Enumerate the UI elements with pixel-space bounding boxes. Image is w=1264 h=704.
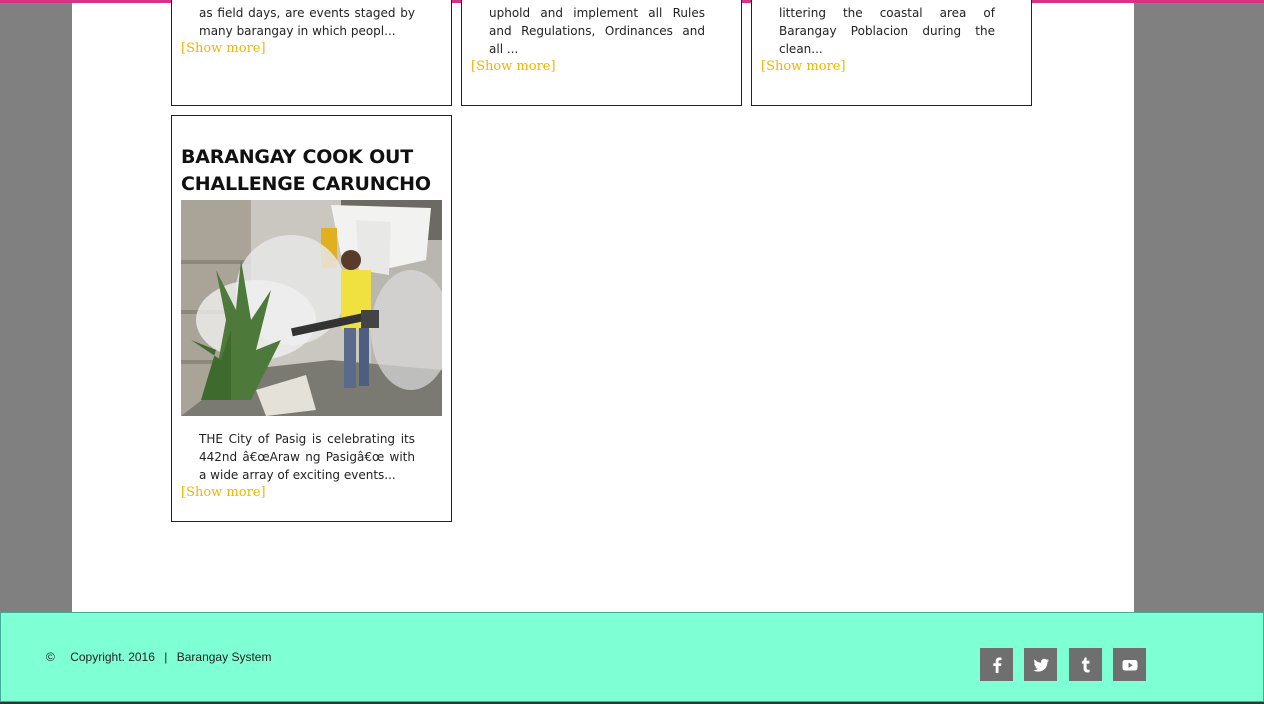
twitter-icon[interactable] [1024,648,1057,681]
copyright-text: Copyright. 2016 [70,650,155,664]
card-excerpt: littering the coastal area of Barangay P… [779,6,995,56]
youtube-icon[interactable] [1113,648,1146,681]
news-card-feature: BARANGAY COOK OUT CHALLENGE CARUNCHO AVE… [171,115,452,522]
facebook-icon-glyph [992,657,1001,673]
youtube-icon-glyph [1122,659,1137,670]
news-card: littering the coastal area of Barangay P… [751,0,1032,106]
show-more-link[interactable]: [Show more] [471,58,741,76]
twitter-icon-glyph [1032,658,1049,672]
copyright-separator: | [164,650,168,664]
site-footer: © Copyright. 2016 | Barangay System [0,612,1264,702]
card-excerpt: as field days, are events staged by many… [199,6,415,38]
system-name: Barangay System [176,650,272,664]
news-photo[interactable] [181,200,442,416]
card-excerpt: uphold and implement all Rules and Regul… [489,6,705,56]
show-more-link[interactable]: [Show more] [181,40,451,58]
tumblr-icon-glyph [1081,657,1090,672]
copyright-line: © Copyright. 2016 | Barangay System [46,650,277,664]
fogging-photo-illustration [181,200,442,416]
copyright-symbol: © [46,650,55,664]
card-excerpt: THE City of Pasig is celebrating its 442… [199,432,415,482]
content-page: as field days, are events staged by many… [72,0,1134,612]
facebook-icon[interactable] [980,648,1013,681]
show-more-link[interactable]: [Show more] [761,58,1031,76]
news-card: as field days, are events staged by many… [171,0,452,106]
tumblr-icon[interactable] [1069,648,1102,681]
news-card: uphold and implement all Rules and Regul… [461,0,742,106]
show-more-link[interactable]: [Show more] [181,484,266,502]
